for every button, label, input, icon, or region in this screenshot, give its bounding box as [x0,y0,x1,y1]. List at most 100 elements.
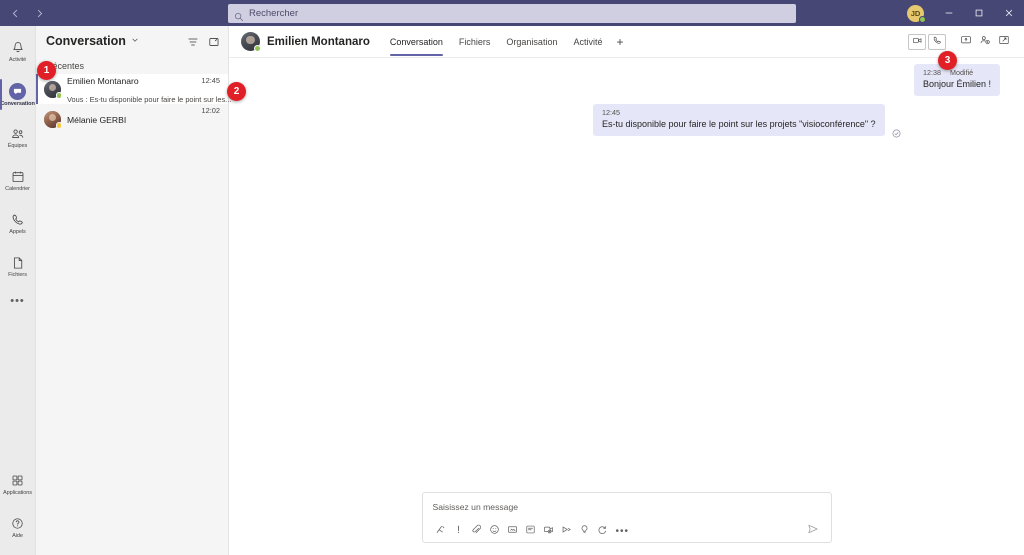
tab-conversation[interactable]: Conversation [382,26,451,58]
list-item-preview: Vous : Es-tu disponible pour faire le po… [67,95,232,104]
window-controls: JD [907,0,1024,26]
sidebar-item-equipes[interactable]: Équipes [0,116,36,159]
format-button[interactable] [432,523,450,540]
chat-list-panel: Conversation Récentes Emilien Montanaro … [36,26,231,555]
emoji-button[interactable] [486,523,504,540]
forward-icon[interactable] [28,2,50,24]
popout-button[interactable] [995,33,1012,50]
share-screen-button[interactable] [957,33,974,50]
sidebar-label: Équipes [7,143,28,149]
chat-list-title: Conversation [46,34,126,48]
tab-activite[interactable]: Activité [565,26,610,58]
file-icon [10,255,26,271]
giphy-button[interactable] [504,523,522,540]
annotation-badge-3: 3 [938,51,957,70]
conversation-actions [908,33,1012,50]
list-item[interactable]: Mélanie GERBI 12:02 [36,104,228,134]
new-chat-icon[interactable] [208,35,220,47]
loop-button[interactable] [594,523,612,540]
search-bar[interactable]: Rechercher [228,4,796,23]
chevron-down-icon[interactable] [131,36,139,46]
sticker-button[interactable] [522,523,540,540]
minimize-button[interactable] [934,0,964,26]
stream-button[interactable] [558,523,576,540]
sidebar-item-activite[interactable]: Activité [0,30,36,73]
avatar [44,80,62,99]
list-item-text: Emilien Montanaro Vous : Es-tu disponibl… [67,71,231,107]
close-button[interactable] [994,0,1024,26]
apps-icon [10,473,26,489]
seen-check-icon [892,125,901,138]
sticker-icon [525,522,536,540]
meet-now-button[interactable] [540,523,558,540]
format-text-icon [435,522,446,540]
stream-icon [561,522,572,540]
conversation-tabs: Conversation Fichiers Organisation Activ… [382,26,630,58]
message-time: 12:38 [922,68,941,77]
message-input-placeholder: Saisissez un message [432,501,519,512]
tab-fichiers[interactable]: Fichiers [451,26,499,58]
praise-button[interactable] [576,523,594,540]
message-input[interactable]: Saisissez un message [423,493,831,520]
popout-icon [998,33,1010,51]
sidebar-more-apps-button[interactable]: ••• [0,288,36,314]
video-call-button[interactable] [908,33,926,51]
annotation-badge-1: 1 [37,61,56,80]
compose-more-button[interactable]: ••• [612,526,634,537]
list-item-time: 12:02 [201,106,221,115]
title-bar: Rechercher JD [0,0,1024,26]
video-camera-icon [912,33,923,51]
sidebar-item-fichiers[interactable]: Fichiers [0,245,36,288]
back-icon[interactable] [4,2,26,24]
sidebar-label: Appels [9,229,26,235]
message-bubble[interactable]: 12:38 Modifié Bonjour Émilien ! [913,64,1000,96]
list-item[interactable]: Emilien Montanaro Vous : Es-tu disponibl… [36,71,231,107]
add-tab-button[interactable]: + [610,35,629,49]
list-item-name: Emilien Montanaro [67,76,139,86]
user-avatar[interactable]: JD [907,4,926,23]
sidebar-item-conversation[interactable]: Conversation [0,73,36,116]
rail-bottom-section: Applications Aide [0,463,36,555]
sidebar-item-aide[interactable]: Aide [0,506,36,549]
screen-share-icon [960,33,972,51]
giphy-icon [507,522,518,540]
bell-icon [10,40,26,56]
tab-organisation[interactable]: Organisation [498,26,565,58]
sidebar-item-applications[interactable]: Applications [0,463,36,506]
message-meta: 12:38 Modifié [923,68,991,78]
phone-icon [932,33,943,51]
list-item-name: Mélanie GERBI [67,115,127,125]
annotation-badge-2: 2 [227,82,246,101]
presence-dot-online [254,45,261,52]
sidebar-item-calendrier[interactable]: Calendrier [0,159,36,202]
filter-icon[interactable] [187,35,199,47]
paperclip-icon [471,522,482,540]
lightbulb-icon [579,522,590,540]
sidebar-label: Activité [8,57,27,63]
phone-icon [10,212,26,228]
send-button[interactable] [804,523,822,540]
compose-box: Saisissez un message ••• [421,492,832,543]
avatar-initials: JD [910,8,921,18]
maximize-button[interactable] [964,0,994,26]
audio-call-button[interactable] [928,33,946,51]
left-rail: Activité Conversation Équipes Calendrier [0,26,36,555]
page-title: Emilien Montanaro [267,35,370,48]
add-people-button[interactable] [976,33,993,50]
list-item-text: Mélanie GERBI [67,110,196,128]
nav-arrows [0,2,50,24]
attach-button[interactable] [468,523,486,540]
priority-button[interactable] [450,523,468,540]
chat-list-header: Conversation [36,26,228,56]
sidebar-label: Fichiers [8,272,27,278]
message-bubble[interactable]: 12:45 Es-tu disponible pour faire le poi… [593,104,885,136]
sidebar-item-appels[interactable]: Appels [0,202,36,245]
presence-dot-away [55,122,62,129]
loop-icon [597,522,608,540]
search-input[interactable]: Rechercher [249,8,298,19]
exclamation-icon [453,522,464,540]
message-text: Bonjour Émilien ! [922,79,991,89]
calendar-icon [10,169,26,185]
conversation-header: Emilien Montanaro Conversation Fichiers … [229,26,1024,58]
list-item-time: 12:45 [201,76,221,85]
